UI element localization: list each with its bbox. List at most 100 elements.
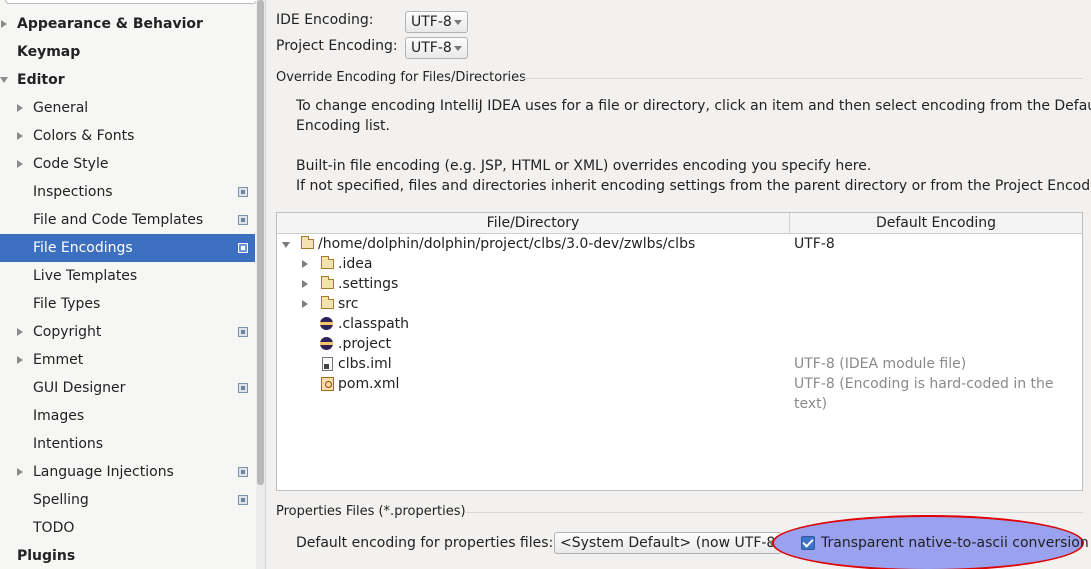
override-description-line: Encoding list.	[296, 118, 390, 134]
override-description-line: If not specified, files and directories …	[296, 178, 1091, 194]
chevron-right-icon[interactable]	[17, 160, 23, 168]
chevron-right-icon[interactable]	[1, 20, 7, 28]
sidebar-item-label: TODO	[33, 520, 75, 536]
transparent-native-to-ascii-label[interactable]: Transparent native-to-ascii conversion	[821, 535, 1089, 551]
chevron-down-icon[interactable]	[282, 242, 290, 248]
project-settings-icon	[238, 187, 248, 197]
properties-default-encoding-select[interactable]: <System Default> (now UTF-8)	[554, 532, 782, 554]
folder-icon	[321, 256, 334, 269]
sidebar-item-general[interactable]: General	[0, 94, 255, 122]
sidebar-item-label: File Types	[33, 296, 101, 312]
chevron-right-icon[interactable]	[302, 300, 308, 308]
module-file-icon	[322, 357, 333, 371]
properties-section-title: Properties Files (*.properties)	[276, 504, 466, 519]
column-header-default-encoding[interactable]: Default Encoding	[790, 213, 1082, 233]
sidebar-item-keymap[interactable]: Keymap	[0, 38, 255, 66]
sidebar-item-label: General	[33, 100, 89, 116]
chevron-right-icon[interactable]	[17, 328, 23, 336]
sidebar-item-label: Images	[33, 408, 85, 424]
sidebar-item-intentions[interactable]: Intentions	[0, 430, 255, 458]
sidebar-item-label: Live Templates	[33, 268, 138, 284]
table-row[interactable]: .classpath	[277, 314, 1082, 334]
override-description-line: To change encoding IntelliJ IDEA uses fo…	[296, 98, 1091, 114]
project-settings-icon	[238, 383, 248, 393]
project-settings-icon	[238, 215, 248, 225]
sidebar-item-code-style[interactable]: Code Style	[0, 150, 255, 178]
properties-default-encoding-value: <System Default> (now UTF-8)	[560, 535, 781, 551]
properties-default-encoding-label: Default encoding for properties files:	[296, 535, 554, 551]
chevron-right-icon[interactable]	[17, 356, 23, 364]
sidebar-item-copyright[interactable]: Copyright	[0, 318, 255, 346]
chevron-down-icon	[454, 46, 462, 51]
sidebar-item-label: Keymap	[17, 44, 81, 60]
sidebar-item-live-templates[interactable]: Live Templates	[0, 262, 255, 290]
table-row[interactable]: /home/dolphin/dolphin/project/clbs/3.0-d…	[277, 234, 1082, 254]
section-divider	[466, 512, 1083, 513]
sidebar-item-label: Colors & Fonts	[33, 128, 135, 144]
sidebar-item-label: Emmet	[33, 352, 84, 368]
table-row[interactable]: .project	[277, 334, 1082, 354]
sidebar-item-appearance-behavior[interactable]: Appearance & Behavior	[0, 10, 255, 38]
ide-encoding-label: IDE Encoding:	[276, 12, 374, 28]
settings-sidebar: Appearance & Behavior Keymap Editor Gene…	[0, 0, 266, 569]
sidebar-item-file-types[interactable]: File Types	[0, 290, 255, 318]
ide-encoding-value: UTF-8	[411, 14, 452, 30]
table-row[interactable]: clbs.iml UTF-8 (IDEA module file)	[277, 354, 1082, 374]
eclipse-icon	[320, 337, 333, 350]
table-row[interactable]: .idea	[277, 254, 1082, 274]
override-section-title: Override Encoding for Files/Directories	[276, 70, 526, 85]
sidebar-item-gui-designer[interactable]: GUI Designer	[0, 374, 255, 402]
sidebar-item-file-code-templates[interactable]: File and Code Templates	[0, 206, 255, 234]
maven-icon	[321, 377, 334, 391]
table-row[interactable]: pom.xml UTF-8 (Encoding is hard-coded in…	[277, 374, 1082, 412]
sidebar-item-label: Language Injections	[33, 464, 174, 480]
file-name: .idea	[338, 256, 373, 272]
folder-icon	[301, 236, 314, 249]
sidebar-item-label: Editor	[17, 72, 65, 88]
file-name: src	[338, 296, 359, 312]
sidebar-item-editor[interactable]: Editor	[0, 66, 255, 94]
sidebar-item-inspections[interactable]: Inspections	[0, 178, 255, 206]
column-header-file-directory[interactable]: File/Directory	[277, 213, 789, 233]
sidebar-item-language-injections[interactable]: Language Injections	[0, 458, 255, 486]
sidebar-item-images[interactable]: Images	[0, 402, 255, 430]
file-name: pom.xml	[338, 376, 400, 392]
file-encoding-cell: UTF-8 (Encoding is hard-coded in the tex…	[794, 376, 1054, 412]
transparent-native-to-ascii-checkbox[interactable]	[801, 536, 815, 550]
project-settings-icon	[238, 327, 248, 337]
sidebar-item-plugins[interactable]: Plugins	[0, 542, 255, 569]
project-encoding-select[interactable]: UTF-8	[405, 37, 468, 59]
sidebar-item-label: Copyright	[33, 324, 102, 340]
chevron-right-icon[interactable]	[17, 132, 23, 140]
sidebar-search-box[interactable]	[5, 0, 257, 4]
file-name: /home/dolphin/dolphin/project/clbs/3.0-d…	[318, 236, 696, 252]
sidebar-item-spelling[interactable]: Spelling	[0, 486, 255, 514]
table-row[interactable]: .settings	[277, 274, 1082, 294]
sidebar-scrollbar-thumb[interactable]	[257, 0, 264, 485]
chevron-right-icon[interactable]	[302, 260, 308, 268]
project-settings-icon	[238, 467, 248, 477]
eclipse-icon	[320, 317, 333, 330]
project-encoding-label: Project Encoding:	[276, 38, 398, 54]
sidebar-item-file-encodings[interactable]: File Encodings	[0, 234, 255, 262]
chevron-right-icon[interactable]	[17, 104, 23, 112]
sidebar-item-label: Appearance & Behavior	[17, 16, 203, 32]
chevron-down-icon	[454, 20, 462, 25]
chevron-down-icon[interactable]	[0, 77, 8, 83]
table-row[interactable]: src	[277, 294, 1082, 314]
table-header: File/Directory Default Encoding	[277, 213, 1082, 234]
file-encoding-cell[interactable]: UTF-8	[794, 234, 835, 254]
sidebar-item-label: File Encodings	[33, 240, 133, 256]
file-encodings-panel: IDE Encoding: UTF-8 Project Encoding: UT…	[266, 0, 1091, 569]
project-settings-icon	[238, 495, 248, 505]
sidebar-item-colors-fonts[interactable]: Colors & Fonts	[0, 122, 255, 150]
sidebar-item-todo[interactable]: TODO	[0, 514, 255, 542]
sidebar-item-label: Code Style	[33, 156, 109, 172]
ide-encoding-select[interactable]: UTF-8	[405, 11, 468, 33]
section-divider	[523, 78, 1083, 79]
file-encoding-table[interactable]: File/Directory Default Encoding /home/do…	[276, 212, 1083, 491]
chevron-right-icon[interactable]	[17, 468, 23, 476]
chevron-right-icon[interactable]	[302, 280, 308, 288]
sidebar-item-emmet[interactable]: Emmet	[0, 346, 255, 374]
project-settings-icon	[238, 243, 248, 253]
